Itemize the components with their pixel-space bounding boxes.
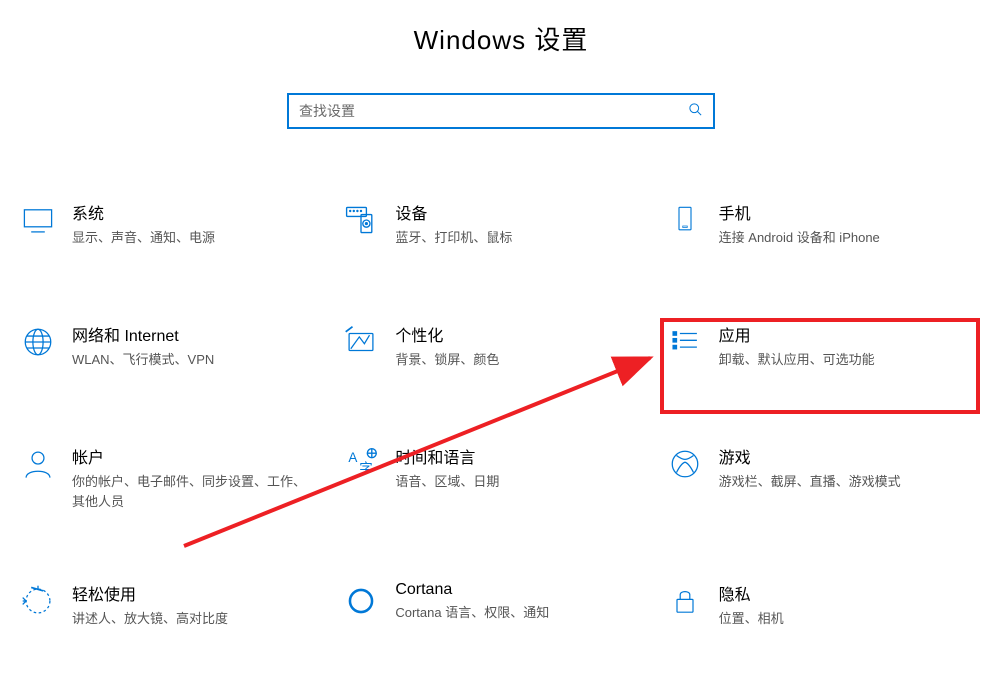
tile-desc: 游戏栏、截屏、直播、游戏模式 (719, 472, 901, 492)
tile-title: 时间和语言 (395, 444, 499, 468)
user-icon (18, 444, 58, 484)
tile-gaming[interactable]: 游戏 游戏栏、截屏、直播、游戏模式 (663, 440, 986, 515)
tile-desc: 连接 Android 设备和 iPhone (719, 228, 880, 248)
xbox-icon (665, 444, 705, 484)
tile-title: Cortana (395, 581, 549, 599)
tile-desc: 卸载、默认应用、可选功能 (719, 350, 875, 370)
page-title: Windows 设置 (0, 0, 1002, 57)
display-icon (18, 200, 58, 240)
search-icon (688, 102, 703, 120)
paint-icon (341, 322, 381, 362)
tile-title: 系统 (72, 200, 215, 224)
lock-icon (665, 581, 705, 621)
tile-time-language[interactable]: A 字 时间和语言 语音、区域、日期 (339, 440, 662, 515)
tile-phone[interactable]: 手机 连接 Android 设备和 iPhone (663, 196, 986, 256)
tile-desc: 背景、锁屏、颜色 (395, 350, 499, 370)
phone-icon (665, 200, 705, 240)
tile-cortana[interactable]: Cortana Cortana 语言、权限、通知 (339, 577, 662, 637)
tile-ease-of-access[interactable]: 轻松使用 讲述人、放大镜、高对比度 (16, 577, 339, 637)
globe-icon (18, 322, 58, 362)
tile-accounts[interactable]: 帐户 你的帐户、电子邮件、同步设置、工作、其他人员 (16, 440, 339, 515)
tile-desc: Cortana 语言、权限、通知 (395, 603, 549, 623)
ease-of-access-icon (18, 581, 58, 621)
tile-desc: 蓝牙、打印机、鼠标 (395, 228, 512, 248)
language-icon: A 字 (341, 444, 381, 484)
devices-icon (341, 200, 381, 240)
tile-title: 隐私 (719, 581, 784, 605)
tile-system[interactable]: 系统 显示、声音、通知、电源 (16, 196, 339, 256)
tile-title: 轻松使用 (72, 581, 228, 605)
search-input[interactable] (299, 103, 688, 119)
tile-title: 手机 (719, 200, 880, 224)
apps-list-icon (665, 322, 705, 362)
tile-network[interactable]: 网络和 Internet WLAN、飞行模式、VPN (16, 318, 339, 378)
tile-title: 游戏 (719, 444, 901, 468)
tile-apps[interactable]: 应用 卸载、默认应用、可选功能 (663, 318, 986, 378)
search-box[interactable] (287, 93, 715, 129)
svg-text:字: 字 (360, 461, 374, 476)
tile-desc: 位置、相机 (719, 609, 784, 629)
svg-text:A: A (349, 450, 358, 465)
tile-privacy[interactable]: 隐私 位置、相机 (663, 577, 986, 637)
tile-title: 应用 (719, 322, 875, 346)
tile-desc: 讲述人、放大镜、高对比度 (72, 609, 228, 629)
tile-title: 网络和 Internet (72, 322, 214, 346)
tile-title: 设备 (395, 200, 512, 224)
tile-desc: 显示、声音、通知、电源 (72, 228, 215, 248)
tile-title: 帐户 (72, 444, 312, 468)
tile-title: 个性化 (395, 322, 499, 346)
tile-desc: WLAN、飞行模式、VPN (72, 350, 214, 370)
tile-desc: 语音、区域、日期 (395, 472, 499, 492)
tile-personalization[interactable]: 个性化 背景、锁屏、颜色 (339, 318, 662, 378)
tile-devices[interactable]: 设备 蓝牙、打印机、鼠标 (339, 196, 662, 256)
cortana-icon (341, 581, 381, 621)
tile-desc: 你的帐户、电子邮件、同步设置、工作、其他人员 (72, 472, 312, 511)
